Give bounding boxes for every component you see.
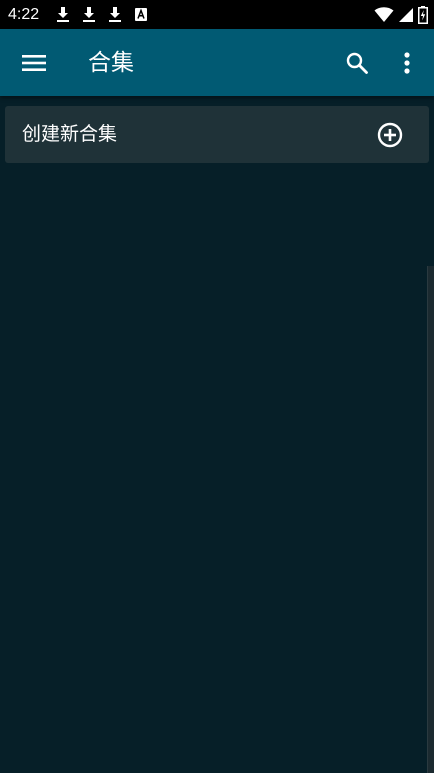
overflow-menu-button[interactable] xyxy=(395,47,419,79)
download-icon xyxy=(57,7,69,22)
create-collection-label: 创建新合集 xyxy=(22,123,118,145)
status-bar: 4:22 xyxy=(0,0,434,29)
page-title: 合集 xyxy=(88,50,134,76)
app-bar: 合集 xyxy=(0,29,434,96)
search-icon xyxy=(346,52,368,74)
menu-button[interactable] xyxy=(14,48,54,78)
a-letter-icon xyxy=(135,8,147,21)
status-indicators xyxy=(374,6,428,24)
scrollbar[interactable] xyxy=(427,266,434,773)
download-icon xyxy=(109,7,121,22)
add-circle-icon[interactable] xyxy=(377,122,403,148)
create-collection-item[interactable]: 创建新合集 xyxy=(5,106,429,163)
search-button[interactable] xyxy=(340,47,374,79)
wifi-icon xyxy=(374,7,394,22)
status-time: 4:22 xyxy=(8,6,40,23)
signal-icon xyxy=(399,8,413,22)
screen: 4:22 合集 创建新合集 xyxy=(0,0,434,773)
menu-icon xyxy=(22,55,46,71)
download-icon xyxy=(83,7,95,22)
battery-icon xyxy=(418,6,428,24)
more-vert-icon xyxy=(404,52,410,74)
